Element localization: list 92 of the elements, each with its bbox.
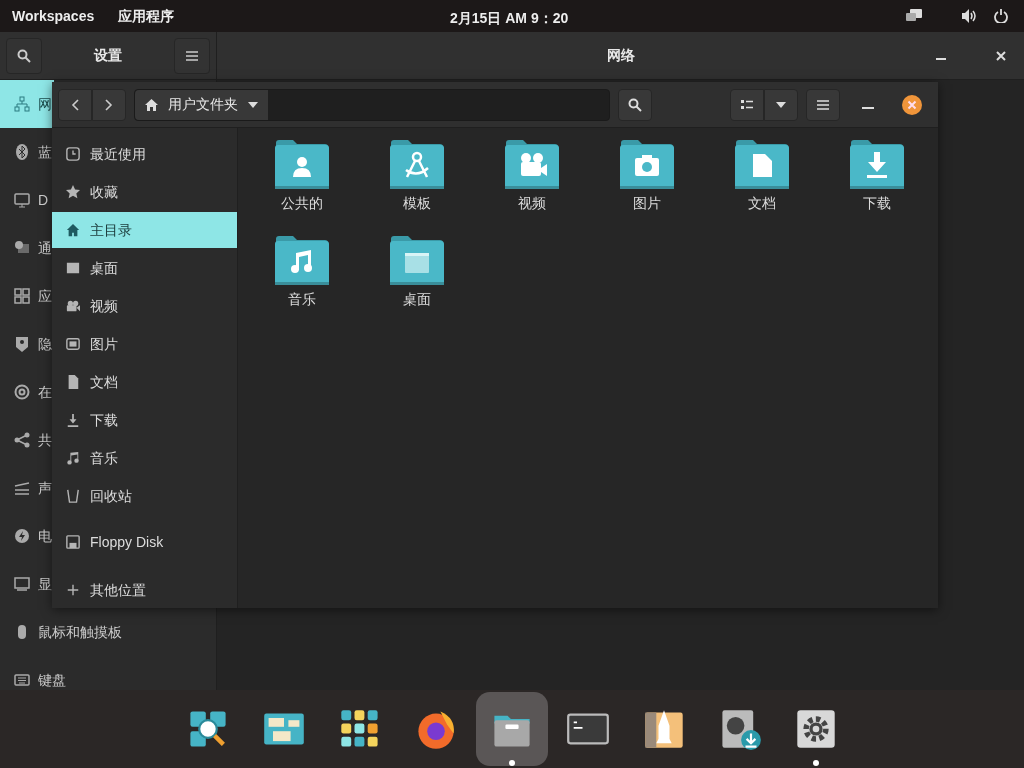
settings-sidebar-item[interactable]: 声: [0, 464, 54, 512]
dropdown-icon: [776, 101, 786, 108]
workspaces-button[interactable]: Workspaces: [12, 5, 95, 27]
plus-icon: [66, 583, 80, 597]
places-item[interactable]: 图片: [52, 326, 237, 362]
settings-sidebar-item[interactable]: 应: [0, 272, 54, 320]
share-icon: [14, 432, 30, 448]
document-icon: [66, 375, 80, 389]
places-item[interactable]: 下载: [52, 402, 237, 438]
folder-label[interactable]: 音乐: [287, 289, 316, 310]
home-icon: [145, 98, 158, 111]
applications-menu[interactable]: 应用程序: [118, 5, 175, 27]
close-button[interactable]: [902, 94, 922, 115]
music-note-icon: [66, 451, 80, 465]
settings-sidebar-item[interactable]: 蓝: [0, 128, 54, 176]
places-item[interactable]: 回收站: [52, 478, 237, 514]
back-button[interactable]: [58, 88, 92, 121]
places-item[interactable]: 文档: [52, 364, 237, 400]
download-icon: [66, 413, 80, 427]
forward-button[interactable]: [92, 88, 126, 121]
sliders-icon: [14, 480, 30, 496]
view-options-button[interactable]: [764, 88, 798, 121]
places-item[interactable]: 视频: [52, 288, 237, 324]
menu-icon: [186, 50, 198, 61]
folder-label[interactable]: 视频: [517, 193, 546, 214]
places-item[interactable]: Floppy Disk: [52, 524, 237, 560]
video-camera-icon: [66, 299, 80, 313]
search-button[interactable]: [618, 88, 652, 121]
path-button[interactable]: 用户文件夹: [135, 89, 268, 120]
settings-sidebar-item[interactable]: 显: [0, 560, 54, 608]
keyboard-icon: [14, 672, 30, 688]
folder-icon[interactable]: [274, 140, 329, 190]
star-icon: [66, 185, 80, 199]
settings-sidebar-item[interactable]: 在: [0, 368, 54, 416]
folder-icon[interactable]: [274, 236, 329, 286]
folder-icon[interactable]: [504, 140, 559, 190]
forward-icon: [105, 98, 113, 111]
grid-icon: [14, 288, 30, 304]
volume-icon[interactable]: [962, 9, 978, 23]
display-icon: [14, 576, 30, 592]
search-button[interactable]: [6, 37, 42, 74]
window-title: 设置: [92, 46, 123, 65]
close-button[interactable]: [996, 50, 1006, 61]
folder-icon[interactable]: [619, 140, 674, 190]
display-icon[interactable]: [906, 9, 922, 23]
shield-icon: [14, 336, 30, 352]
page-title: 网络: [607, 46, 635, 65]
menu-icon: [817, 99, 829, 110]
power-icon[interactable]: [994, 9, 1008, 23]
places-item[interactable]: 主目录: [52, 212, 237, 248]
settings-sidebar-item[interactable]: 隐: [0, 320, 54, 368]
folder-icon[interactable]: [849, 140, 904, 190]
folder-icon[interactable]: [389, 140, 444, 190]
settings-sidebar-item[interactable]: 鼠标和触摸板: [0, 608, 124, 656]
places-item[interactable]: 收藏: [52, 174, 237, 210]
folder-icon[interactable]: [389, 236, 444, 286]
list-view-icon: [741, 99, 753, 110]
home-icon: [66, 223, 80, 237]
menu-button[interactable]: [806, 88, 840, 121]
menu-button[interactable]: [174, 37, 210, 74]
settings-sidebar-item[interactable]: D: [0, 176, 51, 224]
settings-sidebar-item[interactable]: 电: [0, 512, 54, 560]
settings-sidebar-item[interactable]: 共: [0, 416, 54, 464]
clock[interactable]: 2月15日 AM 9：20: [450, 8, 569, 29]
power-icon: [14, 528, 30, 544]
folder-label[interactable]: 桌面: [402, 289, 431, 310]
folder-label[interactable]: 公共的: [280, 193, 323, 214]
places-item[interactable]: 最近使用: [52, 136, 237, 172]
places-item[interactable]: 其他位置: [52, 572, 237, 608]
back-icon: [71, 98, 79, 111]
folder-label[interactable]: 文档: [747, 193, 776, 214]
folder-label[interactable]: 下载: [862, 193, 891, 214]
network-icon: [14, 96, 30, 112]
dock-item[interactable]: [476, 692, 548, 766]
picture-icon: [66, 337, 80, 351]
places-item[interactable]: 桌面: [52, 250, 237, 286]
search-icon: [17, 48, 31, 63]
settings-sidebar-item[interactable]: 网: [0, 80, 54, 128]
search-icon: [628, 97, 642, 112]
places-item[interactable]: 音乐: [52, 440, 237, 476]
folder-label[interactable]: 模板: [402, 193, 431, 214]
clock-icon: [66, 147, 80, 161]
trash-icon: [66, 489, 80, 503]
gear-icon: [794, 707, 838, 751]
desktop-icon: [66, 261, 80, 275]
settings-sidebar-item[interactable]: 通: [0, 224, 54, 272]
view-button[interactable]: [730, 88, 764, 121]
bluetooth-icon: [14, 144, 30, 160]
folder-icon[interactable]: [734, 140, 789, 190]
folder-label[interactable]: 图片: [632, 193, 661, 214]
dropdown-icon: [248, 101, 258, 108]
monitor-icon: [14, 192, 30, 208]
